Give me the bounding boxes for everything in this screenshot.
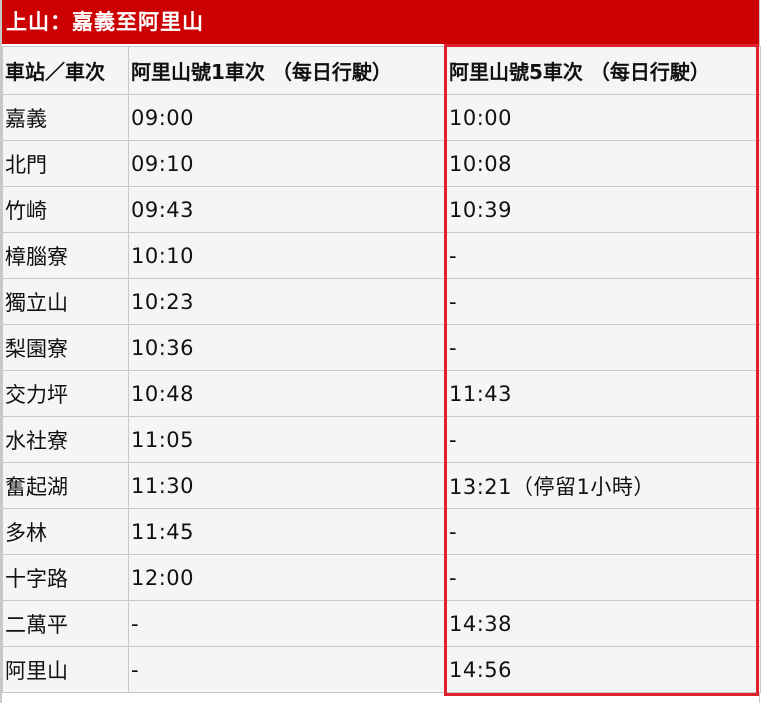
- train-1-time: 10:23: [128, 278, 447, 325]
- header-train-1: 阿里山號1車次 （每日行駛）: [128, 46, 447, 95]
- train-5-time: 11:43: [446, 370, 761, 417]
- table-row: 樟腦寮 10:10 -: [2, 232, 761, 279]
- station-cell: 二萬平: [2, 600, 129, 647]
- train-5-time: -: [446, 554, 761, 601]
- station-cell: 北門: [2, 140, 129, 187]
- station-cell: 竹崎: [2, 186, 129, 233]
- station-cell: 奮起湖: [2, 462, 129, 509]
- table-row: 二萬平 - 14:38: [2, 600, 761, 647]
- table-row: 獨立山 10:23 -: [2, 278, 761, 325]
- train-5-time: 10:39: [446, 186, 761, 233]
- train-1-time: -: [128, 646, 447, 693]
- train-1-time: 10:10: [128, 232, 447, 279]
- table-row: 奮起湖 11:30 13:21（停留1小時）: [2, 462, 761, 509]
- station-cell: 梨園寮: [2, 324, 129, 371]
- train-5-time: 10:08: [446, 140, 761, 187]
- train-1-time: 09:00: [128, 94, 447, 141]
- train-1-time: 09:43: [128, 186, 447, 233]
- station-cell: 交力坪: [2, 370, 129, 417]
- station-cell: 嘉義: [2, 94, 129, 141]
- train-1-time: 11:05: [128, 416, 447, 463]
- train-5-time: -: [446, 324, 761, 371]
- train-5-time: 14:38: [446, 600, 761, 647]
- train-1-time: 12:00: [128, 554, 447, 601]
- station-cell: 阿里山: [2, 646, 129, 693]
- timetable-title: 上山：嘉義至阿里山: [2, 0, 759, 44]
- train-5-time: -: [446, 416, 761, 463]
- train-5-time: -: [446, 232, 761, 279]
- table-row: 北門 09:10 10:08: [2, 140, 761, 187]
- table-row: 多林 11:45 -: [2, 508, 761, 555]
- table-row: 梨園寮 10:36 -: [2, 324, 761, 371]
- table-row: 竹崎 09:43 10:39: [2, 186, 761, 233]
- train-5-time: -: [446, 508, 761, 555]
- header-station: 車站／車次: [2, 46, 129, 95]
- table-row: 阿里山 - 14:56: [2, 646, 761, 693]
- train-5-time: 14:56: [446, 646, 761, 693]
- station-cell: 多林: [2, 508, 129, 555]
- station-cell: 獨立山: [2, 278, 129, 325]
- train-1-time: 11:30: [128, 462, 447, 509]
- train-5-time: 10:00: [446, 94, 761, 141]
- timetable-container: 上山：嘉義至阿里山 車站／車次 阿里山號1車次 （每日行駛） 阿里山號5車次 （…: [0, 0, 761, 703]
- train-1-time: -: [128, 600, 447, 647]
- train-1-time: 10:48: [128, 370, 447, 417]
- table-row: 嘉義 09:00 10:00: [2, 94, 761, 141]
- station-cell: 水社寮: [2, 416, 129, 463]
- train-1-time: 10:36: [128, 324, 447, 371]
- train-5-time: 13:21（停留1小時）: [446, 462, 761, 509]
- station-cell: 樟腦寮: [2, 232, 129, 279]
- header-train-5: 阿里山號5車次 （每日行駛）: [446, 46, 761, 95]
- train-5-time: -: [446, 278, 761, 325]
- station-cell: 十字路: [2, 554, 129, 601]
- table-row: 水社寮 11:05 -: [2, 416, 761, 463]
- train-1-time: 09:10: [128, 140, 447, 187]
- train-1-time: 11:45: [128, 508, 447, 555]
- header-row: 車站／車次 阿里山號1車次 （每日行駛） 阿里山號5車次 （每日行駛）: [2, 46, 761, 95]
- table-row: 十字路 12:00 -: [2, 554, 761, 601]
- timetable: 車站／車次 阿里山號1車次 （每日行駛） 阿里山號5車次 （每日行駛） 嘉義 0…: [2, 46, 761, 693]
- table-row: 交力坪 10:48 11:43: [2, 370, 761, 417]
